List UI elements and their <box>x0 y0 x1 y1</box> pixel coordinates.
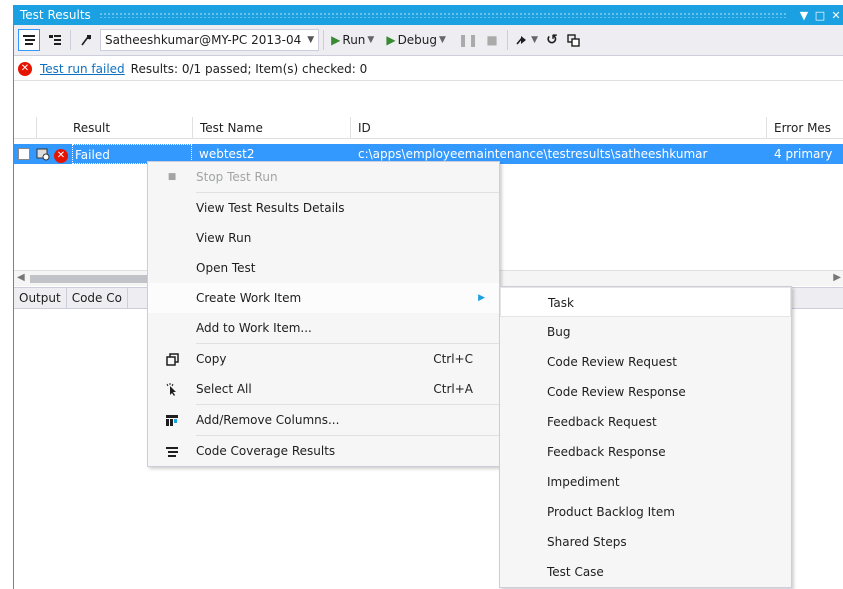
column-header-id[interactable]: ID <box>350 117 766 139</box>
shortcut-select-all: Ctrl+A <box>433 382 473 396</box>
export-icon[interactable]: ▼ <box>512 29 541 51</box>
column-header-error-message[interactable]: Error Mes <box>766 117 843 139</box>
submenu-item-task[interactable]: Task <box>500 287 791 317</box>
run-label: Run <box>342 33 366 47</box>
menu-item-code-coverage-results[interactable]: Code Coverage Results <box>148 436 499 466</box>
chevron-down-icon: ▼ <box>531 35 538 45</box>
test-type-icon <box>36 144 52 164</box>
menu-item-copy[interactable]: Copy Ctrl+C <box>148 344 499 374</box>
pause-icon[interactable]: ❚❚ <box>455 29 481 51</box>
results-grid-header: Result Test Name ID Error Mes <box>14 117 843 139</box>
debug-icon: ▶ <box>386 33 396 47</box>
column-header-result[interactable]: Result <box>66 117 192 139</box>
chevron-down-icon: ▼ <box>307 35 315 45</box>
group-by-icon[interactable] <box>18 29 40 51</box>
test-run-failed-link[interactable]: Test run failed <box>40 62 125 76</box>
create-work-item-submenu: Task Bug Code Review Request Code Review… <box>499 286 792 588</box>
chevron-down-icon: ▼ <box>367 35 375 45</box>
submenu-item-shared-steps[interactable]: Shared Steps <box>500 527 791 557</box>
shortcut-copy: Ctrl+C <box>433 352 473 366</box>
row-checkbox[interactable] <box>18 148 30 160</box>
menu-item-add-to-work-item[interactable]: Add to Work Item... <box>148 313 499 343</box>
import-icon[interactable] <box>75 29 97 51</box>
scrollbar-thumb[interactable] <box>30 275 150 283</box>
column-header-select[interactable] <box>14 117 36 139</box>
window-title: Test Results <box>20 8 91 22</box>
copy-icon <box>163 344 181 374</box>
submenu-item-product-backlog-item[interactable]: Product Backlog Item <box>500 497 791 527</box>
results-summary: Results: 0/1 passed; Item(s) checked: 0 <box>130 61 368 76</box>
submenu-item-code-review-response[interactable]: Code Review Response <box>500 377 791 407</box>
column-header-test-name[interactable]: Test Name <box>192 117 350 139</box>
details-icon[interactable] <box>44 29 66 51</box>
menu-item-view-run[interactable]: View Run <box>148 223 499 253</box>
dropdown-icon[interactable]: ▼ <box>796 9 812 22</box>
submenu-item-bug[interactable]: Bug <box>500 317 791 347</box>
error-message-cell[interactable]: 4 primary <box>774 144 843 164</box>
title-bar-grip[interactable] <box>98 12 788 18</box>
menu-item-view-test-results-details[interactable]: View Test Results Details <box>148 193 499 223</box>
title-bar: Test Results ▼ □ ✕ <box>14 5 843 25</box>
select-all-icon <box>163 374 181 404</box>
scroll-right-icon[interactable]: ▶ <box>833 272 841 283</box>
toolbar-separator <box>70 30 71 50</box>
menu-item-add-remove-columns[interactable]: Add/Remove Columns... <box>148 405 499 435</box>
scroll-left-icon[interactable]: ◀ <box>17 272 25 283</box>
status-bar: ✕ Test run failed Results: 0/1 passed; I… <box>14 57 843 81</box>
refresh-icon[interactable]: ↺ <box>541 29 563 51</box>
tab-code-coverage[interactable]: Code Co <box>67 287 128 309</box>
submenu-item-impediment[interactable]: Impediment <box>500 467 791 497</box>
menu-item-select-all[interactable]: Select All Ctrl+A <box>148 374 499 404</box>
test-run-selector[interactable]: Satheeshkumar@MY-PC 2013-04 ▼ <box>100 29 320 51</box>
submenu-item-feedback-response[interactable]: Feedback Response <box>500 437 791 467</box>
submenu-item-code-review-request[interactable]: Code Review Request <box>500 347 791 377</box>
submenu-item-test-case[interactable]: Test Case <box>500 557 791 587</box>
toolbar-separator <box>507 30 509 50</box>
test-run-selector-value: Satheeshkumar@MY-PC 2013-04 <box>105 33 302 47</box>
run-icon: ▶ <box>331 33 341 47</box>
stop-icon: ■ <box>167 172 177 182</box>
toolbar: Satheeshkumar@MY-PC 2013-04 ▼ ▶ Run ▼ ▶ … <box>14 25 843 56</box>
run-button[interactable]: ▶ Run ▼ <box>328 29 377 51</box>
submenu-item-feedback-request[interactable]: Feedback Request <box>500 407 791 437</box>
close-icon[interactable]: ✕ <box>828 9 843 22</box>
debug-button[interactable]: ▶ Debug ▼ <box>383 29 449 51</box>
column-header-icon[interactable] <box>36 117 66 139</box>
columns-icon <box>163 405 181 435</box>
stop-icon[interactable]: ■ <box>481 29 503 51</box>
copy-icon[interactable] <box>563 29 585 51</box>
failed-icon: ✕ <box>54 144 70 164</box>
toolbar-separator <box>323 30 325 50</box>
menu-item-stop-test-run[interactable]: ■ Stop Test Run <box>148 162 499 192</box>
submenu-arrow-icon: ▶ <box>478 293 485 303</box>
menu-item-open-test[interactable]: Open Test <box>148 253 499 283</box>
coverage-icon <box>163 436 181 466</box>
menu-item-create-work-item[interactable]: Create Work Item ▶ <box>148 283 499 313</box>
chevron-down-icon: ▼ <box>439 35 446 45</box>
maximize-icon[interactable]: □ <box>812 9 828 22</box>
tab-output[interactable]: Output <box>14 287 67 309</box>
context-menu: ■ Stop Test Run View Test Results Detail… <box>147 161 500 467</box>
error-icon: ✕ <box>18 61 32 76</box>
debug-label: Debug <box>397 33 438 47</box>
